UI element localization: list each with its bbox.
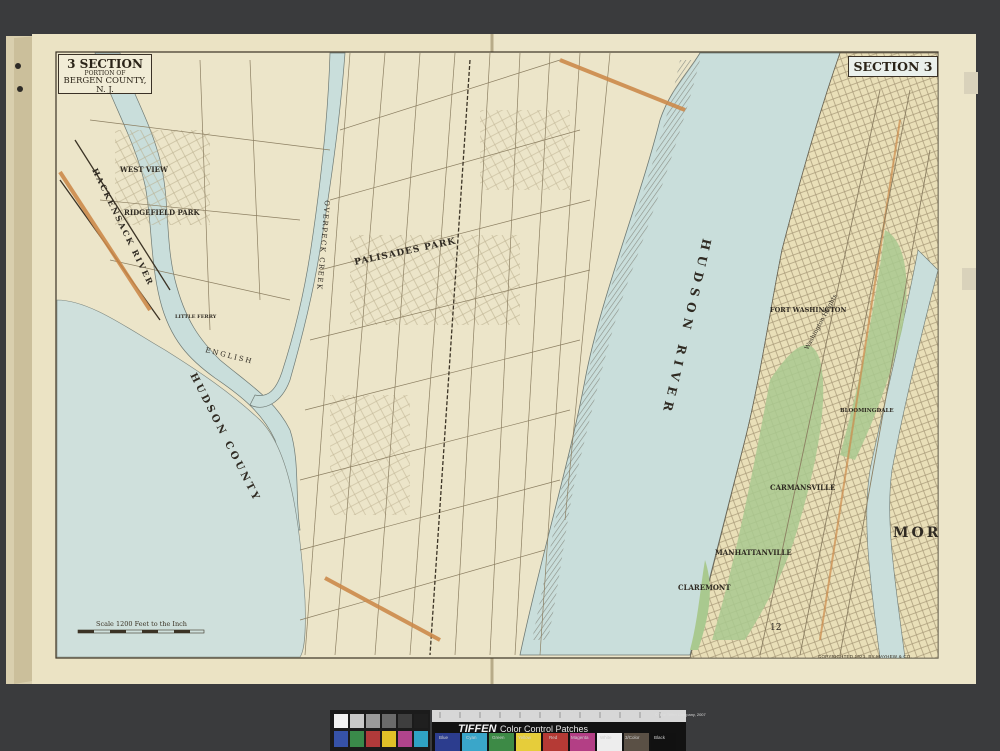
scale-caption: Scale 1200 Feet to the Inch (96, 620, 187, 628)
section-title-left-county: BERGEN COUNTY, N. J. (63, 75, 147, 95)
fort-washington-label: FORT WASHINGTON (770, 306, 846, 314)
patch-label-green: Green (492, 735, 505, 740)
mor-label: MOR (893, 525, 941, 541)
manhattanville-label: MANHATTANVILLE (715, 548, 792, 557)
copyright-notice: COPYRIGHTED 1921, BY MAYHEW & CO. (818, 654, 912, 659)
west-view-label: WEST VIEW (119, 165, 168, 174)
ridgefield-grid (330, 395, 410, 515)
patch-label-white: White (600, 735, 612, 740)
bloomingdale-label: BLOOMINGDALE (840, 408, 894, 414)
fort-lee-grid (480, 110, 570, 190)
section-title-left: 3 SECTION PORTION OF BERGEN COUNTY, N. J… (58, 54, 152, 94)
ridgefield-park-label: RIDGEFIELD PARK (124, 208, 200, 217)
tiffen-logo: TIFFEN (458, 723, 497, 735)
patch-label-cyan: Cyan (466, 735, 477, 740)
little-ferry-label: LITTLE FERRY (175, 314, 217, 320)
carmansville-label: CARMANSVILLE (770, 483, 835, 492)
tiffen-trademark: © The Tiffen Company, 2007 (655, 712, 706, 717)
section-title-right: SECTION 3 (848, 56, 938, 77)
patch-label-red: Red (549, 735, 558, 740)
patch-label-magenta: Magenta (571, 735, 589, 740)
tiffen-subtitle: Color Control Patches (500, 724, 589, 734)
patch-label-3color: 3/Color (625, 735, 640, 740)
patch-label-black: Black (654, 735, 666, 740)
atlas-page: HUDSON RIVER HUDSON COUNTY HACKENSACK RI… (0, 0, 1000, 751)
claremont-label: CLAREMONT (678, 583, 731, 592)
patch-label-blue: Blue (439, 735, 449, 740)
ward-number-label: 12 (770, 623, 781, 633)
section-title-left-number: 3 SECTION (67, 57, 143, 71)
patch-label-yellow: Yellow (518, 735, 531, 740)
